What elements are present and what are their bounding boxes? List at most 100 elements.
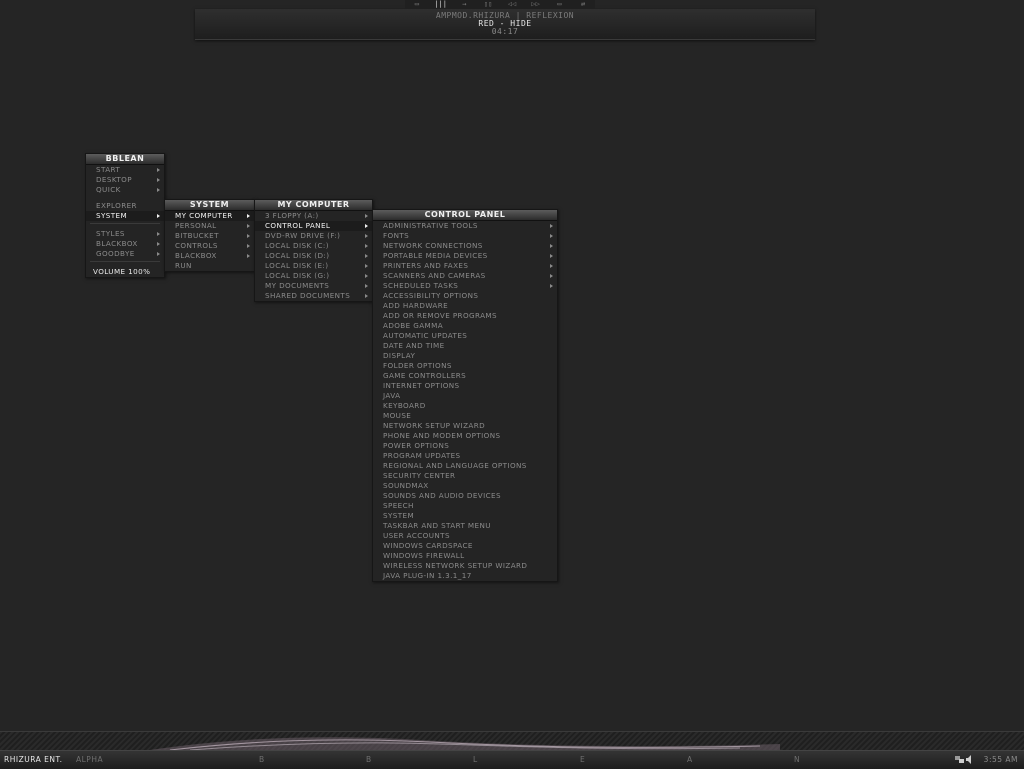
menu-item-styles[interactable]: STYLES [86,229,164,239]
menu-item-internet-options[interactable]: INTERNET OPTIONS [373,381,557,391]
menu-item-local-disk-e[interactable]: LOCAL DISK (E:) [255,261,372,271]
menu-item-explorer[interactable]: EXPLORER [86,201,164,211]
network-icon[interactable] [955,755,964,764]
menu-item-keyboard[interactable]: KEYBOARD [373,401,557,411]
menu-title[interactable]: MY COMPUTER [255,200,372,211]
menu-item-label: ADD HARDWARE [383,301,449,310]
menu-item-fonts[interactable]: FONTS [373,231,557,241]
menu-item-taskbar-and-start-menu[interactable]: TASKBAR AND START MENU [373,521,557,531]
menu-item-dvd-rw-drive-f[interactable]: DVD-RW DRIVE (F:) [255,231,372,241]
menu-item-local-disk-c[interactable]: LOCAL DISK (C:) [255,241,372,251]
menu-item-regional-and-language-options[interactable]: REGIONAL AND LANGUAGE OPTIONS [373,461,557,471]
menu-item-volume-100[interactable]: VOLUME 100% [86,267,164,277]
menu-title[interactable]: CONTROL PANEL [373,210,557,221]
player-controls: ▭ ||| → ▯▯ ◁◁ ▷▷ ▭ ⇄ [405,0,595,9]
menu-item-portable-media-devices[interactable]: PORTABLE MEDIA DEVICES [373,251,557,261]
menu-item-my-documents[interactable]: MY DOCUMENTS [255,281,372,291]
menu-item-label: STYLES [96,229,125,238]
menu-item-personal[interactable]: PERSONAL [165,221,254,231]
menu-title[interactable]: BBLEAN [86,154,164,165]
menu-item-start[interactable]: START [86,165,164,175]
submenu-arrow-icon [365,214,368,218]
menu-item-label: REGIONAL AND LANGUAGE OPTIONS [383,461,527,470]
player-forward-icon[interactable]: ▷▷ [526,0,546,9]
menu-item-add-or-remove-programs[interactable]: ADD OR REMOVE PROGRAMS [373,311,557,321]
menu-item-label: PHONE AND MODEM OPTIONS [383,431,501,440]
menu-item-java-plug-in-1-3-1-17[interactable]: JAVA PLUG-IN 1.3.1_17 [373,571,557,581]
menu-item-label: START [96,165,121,174]
menu-item-local-disk-g[interactable]: LOCAL DISK (G:) [255,271,372,281]
menu-item-bitbucket[interactable]: BITBUCKET [165,231,254,241]
submenu-arrow-icon [365,244,368,248]
submenu-arrow-icon [550,234,553,238]
menu-item-scanners-and-cameras[interactable]: SCANNERS AND CAMERAS [373,271,557,281]
menu-item-administrative-tools[interactable]: ADMINISTRATIVE TOOLS [373,221,557,231]
player-next-icon[interactable]: → [454,0,474,9]
menu-item-power-options[interactable]: POWER OPTIONS [373,441,557,451]
menu-item-goodbye[interactable]: GOODBYE [86,249,164,259]
player-shuffle-icon[interactable]: ⇄ [573,0,593,9]
menu-item-blackbox[interactable]: BLACKBOX [165,251,254,261]
player-window-icon[interactable]: ▭ [549,0,569,9]
speaker-icon[interactable] [965,755,974,764]
player-mini-icon[interactable]: ▭ [407,0,427,9]
menu-item-label: PORTABLE MEDIA DEVICES [383,251,488,260]
submenu-arrow-icon [365,284,368,288]
menu-item-java[interactable]: JAVA [373,391,557,401]
menu-item-3-floppy-a[interactable]: 3 FLOPPY (A:) [255,211,372,221]
menu-item-windows-cardspace[interactable]: WINDOWS CARDSPACE [373,541,557,551]
menu-item-network-connections[interactable]: NETWORK CONNECTIONS [373,241,557,251]
player-eq-icon[interactable]: ||| [431,0,451,9]
workspace-letter: B [366,755,372,764]
menu-item-run[interactable]: RUN [165,261,254,271]
menu-item-accessibility-options[interactable]: ACCESSIBILITY OPTIONS [373,291,557,301]
menu-item-speech[interactable]: SPEECH [373,501,557,511]
menu-item-user-accounts[interactable]: USER ACCOUNTS [373,531,557,541]
player-rewind-icon[interactable]: ◁◁ [502,0,522,9]
menu-item-control-panel[interactable]: CONTROL PANEL [255,221,372,231]
menu-item-display[interactable]: DISPLAY [373,351,557,361]
menu-item-local-disk-d[interactable]: LOCAL DISK (D:) [255,251,372,261]
menu-item-program-updates[interactable]: PROGRAM UPDATES [373,451,557,461]
menu-item-network-setup-wizard[interactable]: NETWORK SETUP WIZARD [373,421,557,431]
menu-item-label: SPEECH [383,501,414,510]
submenu-arrow-icon [365,294,368,298]
menu-item-scheduled-tasks[interactable]: SCHEDULED TASKS [373,281,557,291]
menu-item-label: ADOBE GAMMA [383,321,444,330]
menu-item-label: BLACKBOX [175,251,217,260]
menu-item-controls[interactable]: CONTROLS [165,241,254,251]
menu-item-quick[interactable]: QUICK [86,185,164,195]
menu-item-windows-firewall[interactable]: WINDOWS FIREWALL [373,551,557,561]
submenu-arrow-icon [550,284,553,288]
menu-item-mouse[interactable]: MOUSE [373,411,557,421]
menu-item-soundmax[interactable]: SOUNDMAX [373,481,557,491]
workspace-letter: L [473,755,478,764]
menu-item-printers-and-faxes[interactable]: PRINTERS AND FAXES [373,261,557,271]
menu-item-date-and-time[interactable]: DATE AND TIME [373,341,557,351]
menu-item-shared-documents[interactable]: SHARED DOCUMENTS [255,291,372,301]
menu-item-game-controllers[interactable]: GAME CONTROLLERS [373,371,557,381]
menu-item-sounds-and-audio-devices[interactable]: SOUNDS AND AUDIO DEVICES [373,491,557,501]
menu-item-system[interactable]: SYSTEM [86,211,164,221]
menu-item-label: WINDOWS FIREWALL [383,551,465,560]
menu-item-folder-options[interactable]: FOLDER OPTIONS [373,361,557,371]
menu-item-security-center[interactable]: SECURITY CENTER [373,471,557,481]
menu-item-add-hardware[interactable]: ADD HARDWARE [373,301,557,311]
menu-item-automatic-updates[interactable]: AUTOMATIC UPDATES [373,331,557,341]
menu-item-phone-and-modem-options[interactable]: PHONE AND MODEM OPTIONS [373,431,557,441]
menu-item-wireless-network-setup-wizard[interactable]: WIRELESS NETWORK SETUP WIZARD [373,561,557,571]
menu-item-blackbox[interactable]: BLACKBOX [86,239,164,249]
menu-item-label: LOCAL DISK (E:) [265,261,329,270]
menu-item-system[interactable]: SYSTEM [373,511,557,521]
workspace-label[interactable]: ALPHA [76,755,103,764]
player-pause-icon[interactable]: ▯▯ [478,0,498,9]
menu-item-my-computer[interactable]: MY COMPUTER [165,211,254,221]
submenu-arrow-icon [550,254,553,258]
menu-item-label: DISPLAY [383,351,416,360]
menu-title[interactable]: SYSTEM [165,200,254,211]
menu-item-adobe-gamma[interactable]: ADOBE GAMMA [373,321,557,331]
clock[interactable]: 3:55 AM [984,755,1018,764]
toolbar-label[interactable]: RHIZURA ENT. [4,755,63,764]
menu-item-label: GAME CONTROLLERS [383,371,467,380]
menu-item-desktop[interactable]: DESKTOP [86,175,164,185]
